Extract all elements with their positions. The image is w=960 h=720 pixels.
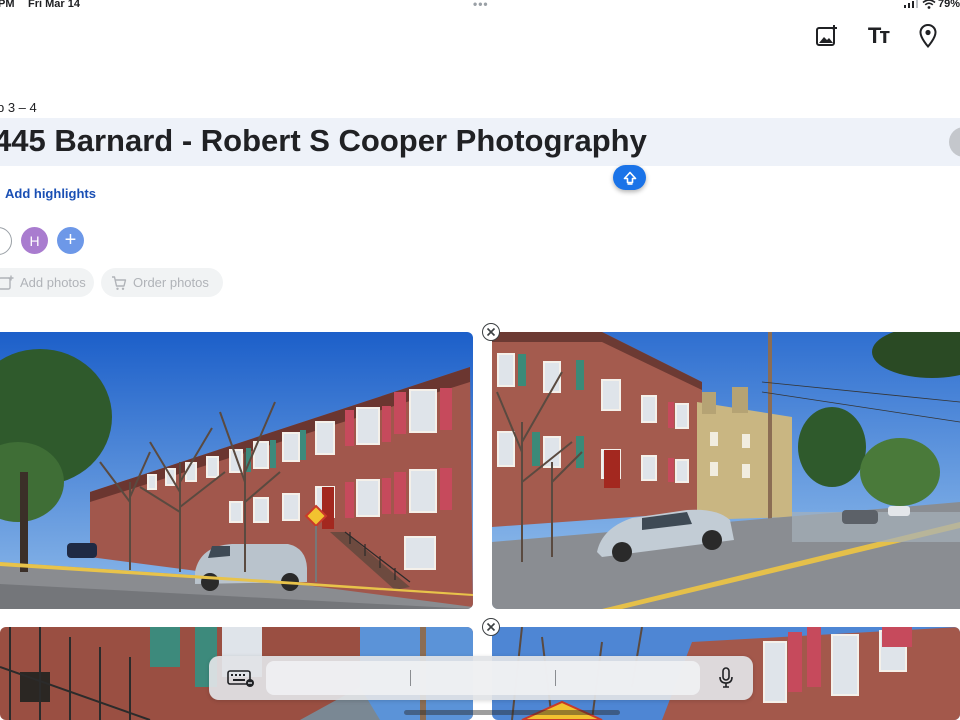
trip-date-range[interactable]: b 3 – 4 <box>0 100 37 115</box>
add-image-icon <box>816 25 837 46</box>
text-format-button[interactable]: Tт <box>864 22 892 50</box>
trip-photo[interactable] <box>0 332 473 609</box>
avatar[interactable]: H <box>21 227 48 254</box>
plus-icon: + <box>64 229 77 251</box>
add-image-button[interactable] <box>813 22 841 50</box>
microphone-icon[interactable] <box>717 667 735 689</box>
street-photo-image <box>492 332 960 609</box>
add-photo-icon <box>0 275 14 290</box>
remove-photo-button[interactable] <box>482 323 500 341</box>
collaborator-avatar[interactable] <box>0 227 12 255</box>
trip-photo[interactable] <box>492 332 960 609</box>
order-photos-button[interactable]: Order photos <box>101 268 223 297</box>
add-highlights-link[interactable]: Add highlights <box>5 186 96 201</box>
scroll-to-top-button[interactable] <box>613 165 646 190</box>
add-photos-label: Add photos <box>20 275 86 290</box>
suggestion-divider <box>555 670 556 686</box>
location-pin-icon <box>919 24 937 48</box>
multitask-indicator[interactable]: ••• <box>473 0 489 11</box>
wifi-icon <box>922 0 936 9</box>
up-arrow-icon <box>623 171 636 185</box>
status-date: Fri Mar 14 <box>28 0 80 10</box>
location-button[interactable] <box>914 22 942 50</box>
text-format-icon: Tт <box>867 23 890 48</box>
predictive-text-bar[interactable] <box>266 661 700 695</box>
order-photos-label: Order photos <box>133 275 209 290</box>
close-icon <box>486 327 496 337</box>
trip-title[interactable]: 445 Barnard - Robert S Cooper Photograph… <box>0 123 647 159</box>
keyboard-icon[interactable] <box>227 668 255 688</box>
home-indicator[interactable] <box>404 710 620 715</box>
add-collaborator-button[interactable]: + <box>57 227 84 254</box>
rowhouse-photo-image <box>0 332 473 609</box>
avatar-initial: H <box>29 232 40 249</box>
status-time: PM <box>0 0 15 10</box>
battery-level: 79% <box>938 0 960 10</box>
cart-icon <box>112 275 127 290</box>
keyboard-shortcut-bar <box>209 656 753 700</box>
add-photos-button[interactable]: Add photos <box>0 268 94 297</box>
close-icon <box>486 622 496 632</box>
remove-photo-button[interactable] <box>482 618 500 636</box>
suggestion-divider <box>410 670 411 686</box>
status-bar: PM Fri Mar 14 ••• 79% <box>0 0 960 12</box>
signal-icon <box>904 0 918 8</box>
